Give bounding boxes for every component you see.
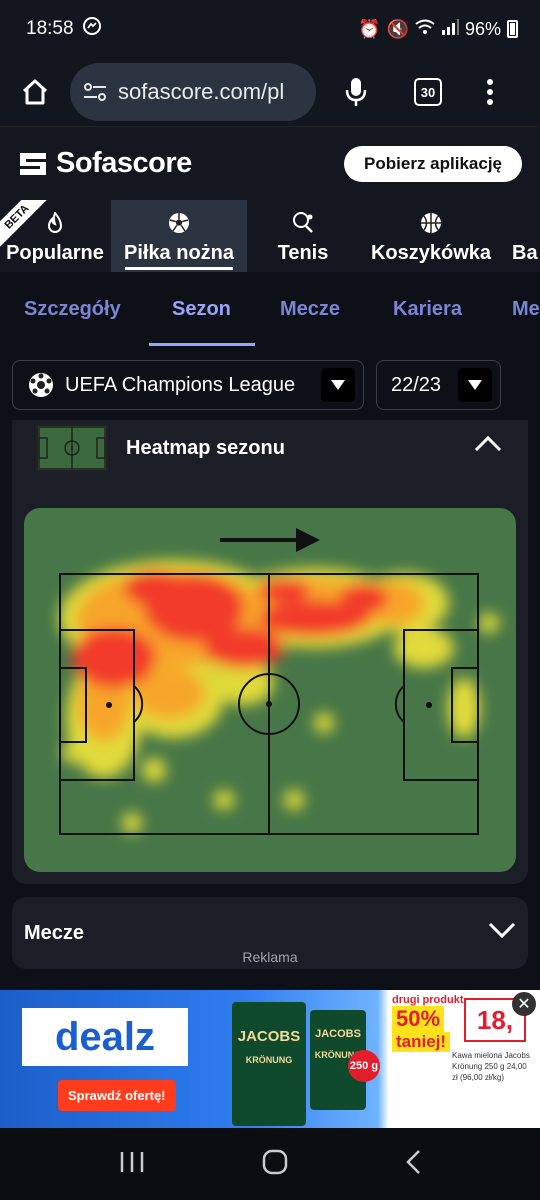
tennis-icon	[291, 210, 315, 236]
basketball-icon	[420, 210, 442, 236]
competition-value: UEFA Champions League	[65, 373, 296, 396]
voice-search-button[interactable]	[316, 76, 396, 108]
subtab-matches[interactable]: Mecze	[280, 298, 340, 321]
pack-line: KRÖNUNG	[245, 1055, 293, 1065]
subtab-active-underline	[149, 343, 255, 346]
tab-popular[interactable]: BETA Popularne	[0, 200, 110, 272]
chevron-down-icon	[321, 368, 355, 402]
sport-tabs: BETA Popularne Piłka nożna Tenis Koszykó…	[0, 200, 540, 272]
tab-football-label: Piłka nożna	[123, 242, 235, 264]
android-nav-bar	[0, 1128, 540, 1200]
subtab-season[interactable]: Sezon	[172, 298, 231, 321]
promo-taniej: taniej!	[392, 1032, 451, 1052]
tab-tennis[interactable]: Tenis	[258, 200, 348, 272]
heatmap-card: Heatmap sezonu	[12, 420, 528, 884]
close-icon[interactable]: ✕	[512, 992, 536, 1016]
chevron-down-icon	[488, 921, 516, 945]
signal-icon	[441, 18, 459, 40]
sofascore-logo-icon	[20, 152, 46, 175]
football-icon	[168, 210, 190, 236]
heatmap-header[interactable]: Heatmap sezonu	[36, 422, 285, 474]
season-select[interactable]: 22/23	[376, 360, 501, 410]
promo-percent: 50%	[392, 1006, 445, 1032]
home-button[interactable]	[0, 77, 70, 107]
pack-brand: JACOBS	[237, 1028, 301, 1045]
tab-basketball[interactable]: Koszykówka	[362, 200, 500, 272]
tab-switcher-button[interactable]: 30	[396, 78, 460, 106]
ad-label: Reklama	[242, 949, 298, 965]
battery-icon	[507, 20, 518, 38]
subtab-more[interactable]: Me	[512, 298, 540, 321]
subtab-details[interactable]: Szczegóły	[24, 298, 121, 321]
pitch-icon	[36, 424, 108, 472]
site-header: Sofascore Pobierz aplikację	[0, 126, 540, 200]
matches-title: Mecze	[24, 921, 85, 944]
filters-bar: UEFA Champions League 22/23	[0, 348, 540, 420]
competition-select[interactable]: UEFA Champions League	[12, 360, 364, 410]
microphone-icon	[345, 78, 367, 106]
heatmap-title: Heatmap sezonu	[126, 436, 285, 459]
heatmap-pitch	[24, 508, 516, 872]
messenger-icon	[82, 16, 102, 42]
weight-badge: 250 g	[348, 1050, 380, 1082]
season-content: Heatmap sezonu Mecze Reklama	[0, 420, 540, 990]
champions-league-icon	[29, 373, 53, 397]
ad-banner[interactable]: dealz Sprawdź ofertę! JACOBS KRÖNUNG JAC…	[0, 990, 540, 1128]
active-tab-underline	[125, 267, 233, 270]
dealz-logo: dealz	[22, 1008, 188, 1066]
home-icon	[22, 79, 48, 105]
tab-more-sport[interactable]: Ba	[512, 200, 540, 272]
sofascore-logo[interactable]: Sofascore	[18, 147, 192, 180]
tab-count: 30	[414, 78, 442, 106]
flame-icon	[46, 210, 64, 236]
recent-apps-icon[interactable]	[118, 1150, 146, 1179]
alarm-icon: ⏰	[358, 18, 381, 39]
more-vertical-icon	[487, 79, 493, 105]
home-nav-icon[interactable]	[262, 1149, 288, 1180]
chevron-up-icon[interactable]	[474, 434, 502, 457]
url-text: sofascore.com/pl	[118, 79, 285, 104]
promo-fineprint: Kawa mielona Jacobs Krönung 250 g 24,00 …	[452, 1051, 530, 1082]
tab-football[interactable]: Piłka nożna	[111, 200, 247, 272]
tab-tennis-label: Tenis	[277, 242, 329, 264]
wifi-icon	[415, 19, 435, 40]
chevron-down-icon	[458, 368, 492, 402]
status-bar: 18:58 ⏰ 🔇 96%	[0, 0, 540, 58]
ad-cta-button[interactable]: Sprawdź ofertę!	[58, 1080, 176, 1111]
beta-badge: BETA	[0, 200, 49, 249]
logo-text: Sofascore	[56, 147, 192, 179]
pack-brand-small: JACOBS	[315, 1028, 361, 1040]
tab-basketball-label: Koszykówka	[370, 242, 492, 264]
tab-more-sport-label: Ba	[512, 242, 538, 264]
mute-icon: 🔇	[386, 18, 409, 39]
tab-popular-label: Popularne	[6, 242, 104, 264]
back-icon[interactable]	[404, 1149, 422, 1180]
address-bar[interactable]: sofascore.com/pl	[70, 63, 316, 121]
browser-menu-button[interactable]	[460, 78, 520, 106]
download-app-button[interactable]: Pobierz aplikację	[344, 145, 522, 182]
status-time: 18:58	[26, 18, 74, 39]
arrow-right-icon	[220, 528, 320, 552]
battery-text: 96%	[464, 18, 501, 39]
player-sub-tabs: Szczegóły Sezon Mecze Kariera Me	[0, 272, 540, 348]
season-value: 22/23	[391, 373, 442, 396]
coffee-pack-large: JACOBS KRÖNUNG	[232, 1002, 306, 1126]
subtab-career[interactable]: Kariera	[393, 298, 462, 321]
site-settings-icon[interactable]	[82, 81, 108, 103]
browser-toolbar: sofascore.com/pl 30	[0, 58, 540, 126]
